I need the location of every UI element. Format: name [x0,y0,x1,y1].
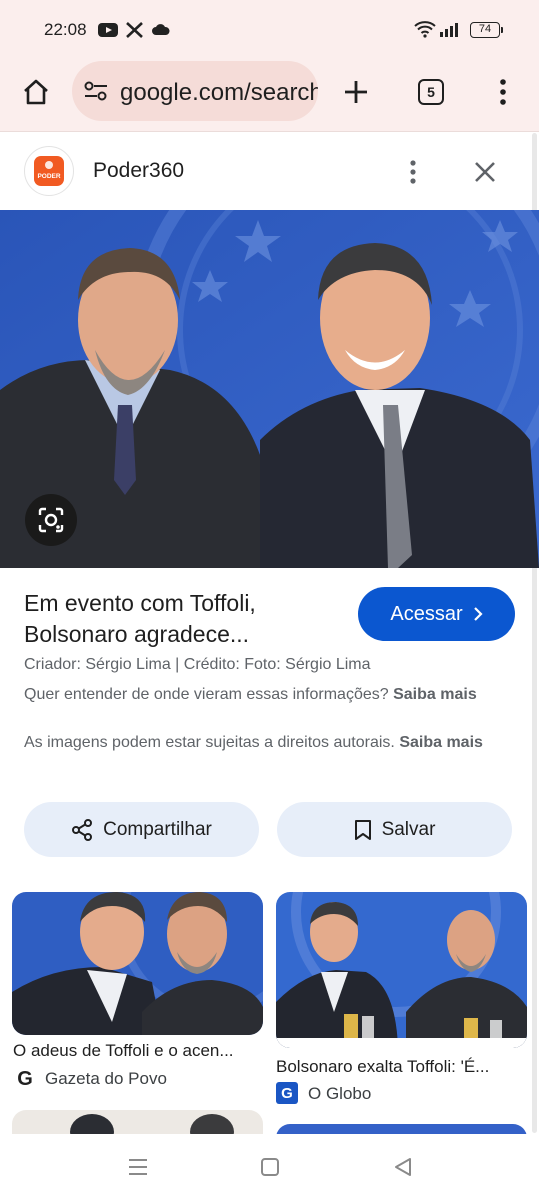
battery-indicator: 74 [470,22,503,38]
share-button[interactable]: Compartilhar [24,802,259,857]
related-caption-2[interactable]: Bolsonaro exalta Toffoli: 'É... [276,1057,526,1077]
related-caption-1[interactable]: O adeus de Toffoli e o acen... [13,1041,263,1061]
related-source-2: O Globo [308,1084,372,1103]
back-system-button[interactable] [383,1152,423,1182]
copyright-learn-more-link[interactable]: Saiba mais [399,734,483,751]
plus-icon [345,81,367,103]
source-logo[interactable]: PODER [24,146,74,196]
address-bar[interactable]: google.com/search [72,61,318,121]
cloud-icon [152,24,170,35]
x-icon [126,22,143,38]
main-image[interactable] [0,210,539,568]
signal-icon [440,23,458,37]
gazeta-favicon-icon: G [17,1067,33,1090]
photo-two-men-laughing [0,210,539,568]
tab-switcher-button[interactable]: 5 [418,79,444,105]
square-icon [261,1158,279,1176]
save-button[interactable]: Salvar [277,802,512,857]
source-more-button[interactable] [398,155,428,189]
lens-icon [38,507,64,533]
related-photo-1 [12,892,263,1035]
home-button[interactable] [14,70,58,114]
bookmark-icon [354,819,371,840]
source-name[interactable]: Poder360 [93,159,184,183]
share-icon [72,818,93,841]
copyright-notice: As imagens podem estar sujeitas a direit… [24,731,504,755]
status-bar: 22:08 74 [0,0,539,60]
status-time: 22:08 [44,20,87,39]
result-title[interactable]: Em evento com Toffoli, Bolsonaro agradec… [24,588,334,650]
more-vert-icon [410,160,416,184]
info-notice: Quer entender de onde vieram essas infor… [24,683,504,707]
url-text: google.com/search [120,79,318,106]
oglobo-favicon-icon: G [276,1082,298,1104]
browser-toolbar: google.com/search 5 [0,60,539,132]
more-vert-icon [500,79,506,105]
source-header: PODER Poder360 [0,133,539,210]
close-icon [475,162,495,182]
share-label: Compartilhar [103,818,212,840]
related-source-1: Gazeta do Povo [45,1069,167,1088]
recent-apps-button[interactable] [118,1152,158,1182]
info-question: Quer entender de onde vieram essas infor… [24,686,389,703]
chevron-right-icon [473,607,483,621]
browser-menu-button[interactable] [488,70,518,114]
related-image-1[interactable] [12,892,263,1035]
related-photo-2 [276,892,527,1048]
site-settings-icon[interactable] [84,81,108,101]
home-icon [24,79,48,105]
system-navigation-bar [0,1134,539,1200]
back-triangle-icon [395,1158,411,1176]
related-image-2[interactable] [276,892,527,1048]
menu-icon [129,1159,147,1175]
poder360-logo: PODER [34,156,64,186]
info-learn-more-link[interactable]: Saiba mais [393,686,477,703]
result-title-line-1: Em evento com Toffoli, [24,590,256,616]
google-lens-button[interactable] [25,494,77,546]
close-button[interactable] [466,153,504,191]
image-credit: Criador: Sérgio Lima | Crédito: Foto: Sé… [24,656,371,673]
youtube-icon [98,23,118,37]
copyright-text: As imagens podem estar sujeitas a direit… [24,734,395,751]
home-system-button[interactable] [250,1152,290,1182]
visit-button-label: Acessar [390,602,463,625]
result-title-line-2: Bolsonaro agradece... [24,621,250,647]
new-tab-button[interactable] [334,70,378,114]
save-label: Salvar [381,818,436,840]
visit-button[interactable]: Acessar [358,587,515,641]
wifi-icon [414,21,436,38]
